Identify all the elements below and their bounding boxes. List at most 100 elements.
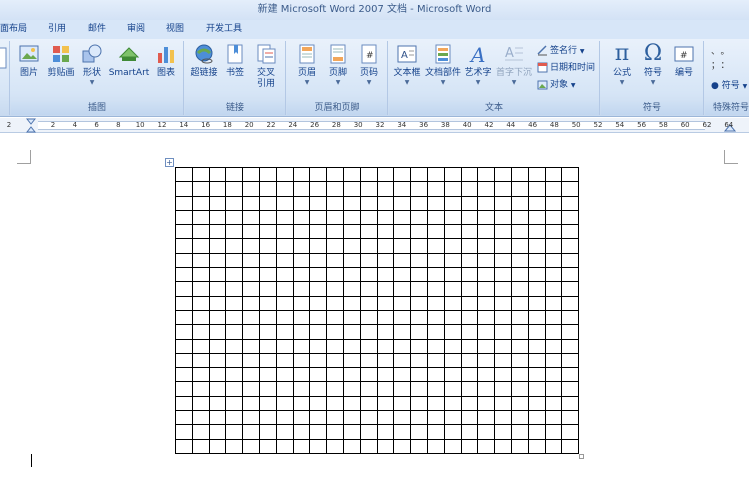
table-cell[interactable] — [527, 209, 546, 226]
table-cell[interactable] — [460, 238, 479, 254]
table-cell[interactable] — [376, 410, 395, 426]
table-cell[interactable] — [527, 166, 546, 183]
table-cell[interactable] — [275, 252, 294, 269]
table-cell[interactable] — [527, 309, 546, 326]
table-cell[interactable] — [494, 181, 512, 197]
table-cell[interactable] — [292, 252, 311, 269]
table-cell[interactable] — [359, 410, 378, 426]
quick-parts-button[interactable]: 文档部件 ▼ — [424, 43, 462, 87]
table-cell[interactable] — [208, 224, 227, 240]
table-cell[interactable] — [208, 410, 227, 426]
special-symbols-grid[interactable]: 、。；： — [711, 45, 735, 73]
table-cell[interactable] — [191, 295, 210, 311]
table-cell[interactable] — [175, 324, 193, 340]
table-cell[interactable] — [175, 181, 193, 197]
table-cell[interactable] — [175, 238, 193, 254]
table-cell[interactable] — [477, 410, 496, 426]
chart-button[interactable]: 图表 — [153, 43, 179, 79]
table-cell[interactable] — [242, 395, 260, 412]
table-cell[interactable] — [494, 224, 512, 240]
table-cell[interactable] — [393, 252, 412, 269]
table-cell[interactable] — [225, 338, 244, 354]
table-cell[interactable] — [175, 410, 193, 426]
table-cell[interactable] — [494, 209, 512, 226]
table-cell[interactable] — [410, 166, 428, 183]
table-cell[interactable] — [292, 224, 311, 240]
tab-developer[interactable]: 开发工具 — [202, 20, 246, 39]
table-cell[interactable] — [494, 267, 512, 283]
table-cell[interactable] — [242, 381, 260, 397]
table-cell[interactable] — [326, 352, 344, 369]
table-cell[interactable] — [460, 252, 479, 269]
table-cell[interactable] — [292, 438, 311, 454]
table-cell[interactable] — [477, 424, 496, 440]
numbering-button[interactable]: # 编号 — [669, 43, 699, 79]
table-cell[interactable] — [359, 309, 378, 326]
table-cell[interactable] — [292, 295, 311, 311]
table-cell[interactable] — [510, 338, 529, 354]
table-cell[interactable] — [393, 367, 412, 383]
table-cell[interactable] — [376, 367, 395, 383]
table-cell[interactable] — [225, 252, 244, 269]
table-cell[interactable] — [443, 209, 462, 226]
table-cell[interactable] — [527, 295, 546, 311]
table-cell[interactable] — [292, 367, 311, 383]
table-cell[interactable] — [527, 281, 546, 297]
table-cell[interactable] — [275, 424, 294, 440]
table-cell[interactable] — [208, 381, 227, 397]
table-cell[interactable] — [359, 367, 378, 383]
table-cell[interactable] — [225, 295, 244, 311]
table-cell[interactable] — [460, 166, 479, 183]
table-cell[interactable] — [359, 267, 378, 283]
table-cell[interactable] — [175, 309, 193, 326]
table-cell[interactable] — [275, 367, 294, 383]
table-cell[interactable] — [410, 224, 428, 240]
table-cell[interactable] — [309, 367, 328, 383]
table-cell[interactable] — [460, 309, 479, 326]
table-cell[interactable] — [544, 267, 563, 283]
table-cell[interactable] — [342, 338, 361, 354]
smartart-button[interactable]: SmartArt — [107, 43, 151, 79]
table-cell[interactable] — [191, 324, 210, 340]
table-cell[interactable] — [426, 438, 445, 454]
table-cell[interactable] — [544, 381, 563, 397]
table-cell[interactable] — [342, 224, 361, 240]
table-cell[interactable] — [208, 338, 227, 354]
table-cell[interactable] — [426, 381, 445, 397]
page-number-button[interactable]: # 页码 ▼ — [355, 43, 383, 87]
table-cell[interactable] — [175, 367, 193, 383]
table-cell[interactable] — [393, 324, 412, 340]
table-cell[interactable] — [393, 438, 412, 454]
table-cell[interactable] — [393, 352, 412, 369]
table-cell[interactable] — [208, 166, 227, 183]
table-cell[interactable] — [342, 410, 361, 426]
table-cell[interactable] — [292, 338, 311, 354]
table-cell[interactable] — [561, 352, 580, 369]
table-cell[interactable] — [510, 410, 529, 426]
table-cell[interactable] — [443, 367, 462, 383]
table-cell[interactable] — [410, 381, 428, 397]
table-cell[interactable] — [460, 424, 479, 440]
table-cell[interactable] — [443, 324, 462, 340]
table-cell[interactable] — [359, 438, 378, 454]
table-cell[interactable] — [309, 352, 328, 369]
table-cell[interactable] — [359, 252, 378, 269]
table-cell[interactable] — [275, 295, 294, 311]
table-cell[interactable] — [510, 381, 529, 397]
table-cell[interactable] — [309, 324, 328, 340]
table-cell[interactable] — [376, 267, 395, 283]
table-cell[interactable] — [208, 238, 227, 254]
table-cell[interactable] — [494, 395, 512, 412]
table-cell[interactable] — [426, 238, 445, 254]
table-cell[interactable] — [527, 252, 546, 269]
table-cell[interactable] — [376, 338, 395, 354]
table-cell[interactable] — [544, 181, 563, 197]
table-cell[interactable] — [359, 424, 378, 440]
table-cell[interactable] — [443, 181, 462, 197]
table-cell[interactable] — [460, 324, 479, 340]
table-cell[interactable] — [376, 252, 395, 269]
table-cell[interactable] — [208, 395, 227, 412]
table-cell[interactable] — [292, 352, 311, 369]
table-cell[interactable] — [242, 367, 260, 383]
table-cell[interactable] — [376, 352, 395, 369]
